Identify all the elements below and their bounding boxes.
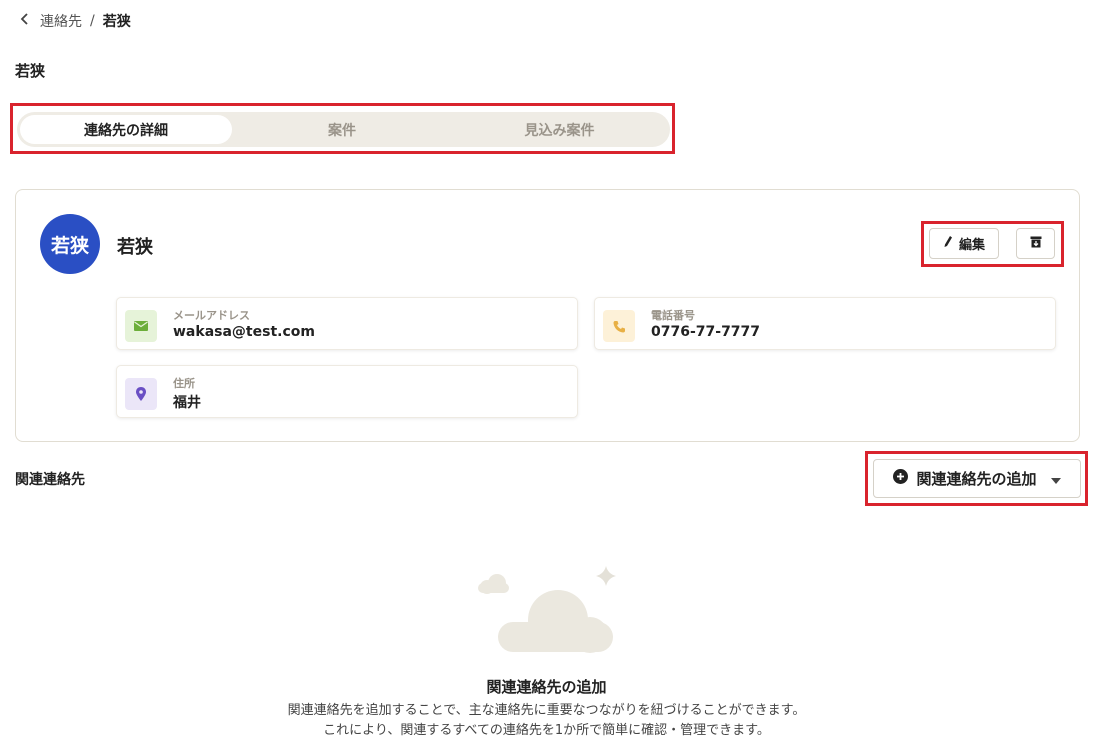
phone-value: 0776-77-7777 bbox=[651, 324, 761, 340]
breadcrumb-separator: / bbox=[90, 13, 95, 29]
email-value: wakasa@test.com bbox=[173, 324, 315, 340]
edit-button-label: 編集 bbox=[958, 238, 985, 253]
mail-icon bbox=[125, 310, 157, 342]
breadcrumb-parent-link[interactable]: 連絡先 bbox=[40, 11, 82, 31]
add-related-contact-button[interactable]: 関連連絡先の追加 bbox=[873, 459, 1081, 498]
tab-contact-details[interactable]: 連絡先の詳細 bbox=[20, 115, 232, 144]
tab-bar: 連絡先の詳細 案件 見込み案件 bbox=[17, 112, 670, 147]
related-contacts-title: 関連連絡先 bbox=[15, 472, 85, 488]
breadcrumb: 連絡先 / 若狭 bbox=[20, 11, 131, 31]
cloud-illustration-icon bbox=[478, 566, 616, 653]
add-related-contact-label: 関連連絡先の追加 bbox=[916, 470, 1037, 488]
address-info: 住所 福井 bbox=[116, 365, 578, 418]
plus-circle-icon bbox=[893, 469, 909, 488]
breadcrumb-current: 若狭 bbox=[102, 14, 131, 30]
address-value: 福井 bbox=[173, 395, 201, 411]
tab-deals[interactable]: 案件 bbox=[232, 115, 452, 144]
location-pin-icon bbox=[125, 378, 157, 410]
tab-leads[interactable]: 見込み案件 bbox=[452, 115, 667, 144]
email-info: メールアドレス wakasa@test.com bbox=[116, 297, 578, 350]
email-label: メールアドレス bbox=[173, 309, 250, 322]
empty-state-title: 関連連絡先の追加 bbox=[486, 678, 607, 696]
phone-icon bbox=[603, 310, 635, 342]
pencil-icon bbox=[943, 235, 953, 252]
phone-info: 電話番号 0776-77-7777 bbox=[594, 297, 1056, 350]
phone-label: 電話番号 bbox=[651, 309, 695, 322]
empty-state-description-2: これにより、関連するすべての連絡先を1か所で簡単に確認・管理できます。 bbox=[323, 723, 770, 738]
chevron-left-icon[interactable] bbox=[20, 13, 32, 29]
avatar: 若狭 bbox=[40, 214, 100, 274]
page-title: 若狭 bbox=[15, 62, 46, 80]
address-label: 住所 bbox=[173, 377, 195, 390]
contact-name: 若狭 bbox=[117, 237, 153, 258]
archive-icon bbox=[1030, 236, 1042, 252]
archive-button[interactable] bbox=[1016, 228, 1055, 259]
empty-state-description: 関連連絡先を追加することで、主な連絡先に重要なつながりを紐づけることができます。 bbox=[287, 703, 806, 718]
edit-button[interactable]: 編集 bbox=[929, 228, 999, 259]
caret-down-icon bbox=[1050, 470, 1061, 488]
